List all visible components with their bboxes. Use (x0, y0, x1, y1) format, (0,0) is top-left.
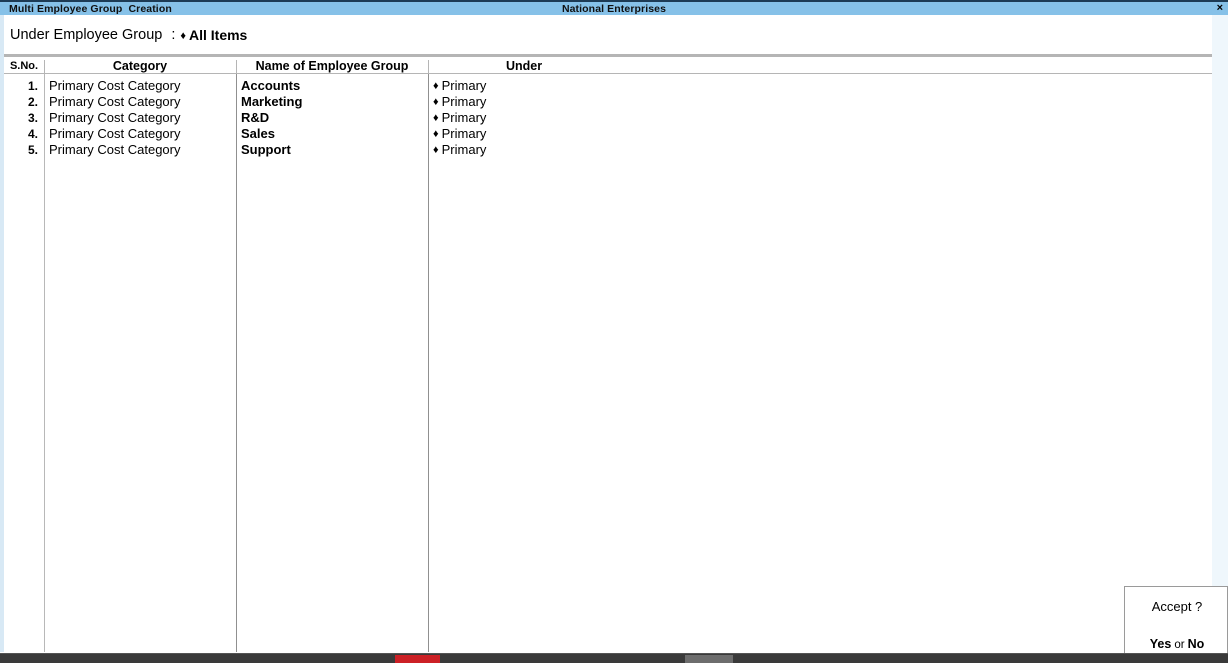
cell-employee-group-name[interactable]: R&D (241, 110, 269, 126)
diamond-bullet-icon: ♦ (433, 96, 439, 108)
cell-under-text: Primary (442, 126, 487, 141)
cell-sno: 4. (4, 126, 38, 142)
employee-group-table: S.No. Category Name of Employee Group Un… (4, 54, 1212, 652)
cell-employee-group-name[interactable]: Marketing (241, 94, 302, 110)
table-row[interactable]: 2. Primary Cost Category Marketing ♦Primary (4, 94, 1212, 110)
cell-under[interactable]: ♦Primary (433, 142, 486, 158)
cell-under[interactable]: ♦Primary (433, 126, 486, 142)
table-row[interactable]: 4. Primary Cost Category Sales ♦Primary (4, 126, 1212, 142)
diamond-bullet-icon: ♦ (433, 144, 439, 156)
close-icon[interactable]: × (1217, 2, 1223, 15)
column-divider-2 (236, 74, 237, 652)
titlebar: National Enterprises Multi Employee Grou… (0, 2, 1228, 15)
diamond-bullet-icon: ♦ (433, 80, 439, 92)
cell-under-text: Primary (442, 94, 487, 109)
table-row[interactable]: 5. Primary Cost Category Support ♦Primary (4, 142, 1212, 158)
cell-under-text: Primary (442, 142, 487, 157)
column-header-sno: S.No. (4, 60, 44, 72)
cell-sno: 2. (4, 94, 38, 110)
application-window: National Enterprises Multi Employee Grou… (0, 0, 1228, 663)
accept-dialog: Accept ? Yesor No (1124, 586, 1228, 658)
table-header-row: S.No. Category Name of Employee Group Un… (4, 54, 1212, 74)
table-rows: 1.Primary Cost CategoryAccounts♦Primary2… (4, 74, 1212, 158)
cell-category[interactable]: Primary Cost Category (49, 110, 180, 126)
table-row[interactable]: 3. Primary Cost Category R&D ♦Primary (4, 110, 1212, 126)
cell-employee-group-name[interactable]: Sales (241, 126, 275, 142)
cell-under-text: Primary (442, 78, 487, 93)
column-header-category: Category (44, 59, 236, 73)
cell-sno: 1. (4, 78, 38, 94)
column-header-under: Under (428, 59, 620, 73)
filter-value[interactable]: ♦All Items (180, 27, 247, 43)
accept-dialog-title: Accept ? (1125, 599, 1228, 614)
cell-under-text: Primary (442, 110, 487, 125)
cell-category[interactable]: Primary Cost Category (49, 94, 180, 110)
cell-sno: 3. (4, 110, 38, 126)
cell-category[interactable]: Primary Cost Category (49, 142, 180, 158)
filter-colon: : (171, 27, 175, 43)
taskbar-top-edge (0, 653, 1228, 654)
diamond-bullet-icon: ♦ (433, 128, 439, 140)
column-header-name: Name of Employee Group (236, 59, 428, 73)
company-name-title: National Enterprises (0, 3, 1228, 15)
os-taskbar[interactable] (0, 653, 1228, 663)
cell-category[interactable]: Primary Cost Category (49, 126, 180, 142)
taskbar-item-inactive[interactable] (685, 655, 733, 663)
screen-title: Multi Employee Group Creation (9, 3, 172, 15)
column-divider-1 (44, 74, 45, 652)
diamond-bullet-icon: ♦ (433, 112, 439, 124)
column-divider-3 (428, 74, 429, 652)
filter-value-text: All Items (189, 27, 247, 43)
under-employee-group-filter[interactable]: Under Employee Group : ♦All Items (4, 15, 1212, 54)
accept-yes-button[interactable]: Yes (1150, 637, 1172, 651)
accept-dialog-actions: Yesor No (1125, 637, 1228, 651)
cell-employee-group-name[interactable]: Support (241, 142, 291, 158)
cell-category[interactable]: Primary Cost Category (49, 78, 180, 94)
cell-sno: 5. (4, 142, 38, 158)
table-body: 1.Primary Cost CategoryAccounts♦Primary2… (4, 74, 1212, 652)
cell-under[interactable]: ♦Primary (433, 94, 486, 110)
cell-under[interactable]: ♦Primary (433, 78, 486, 94)
cell-employee-group-name[interactable]: Accounts (241, 78, 300, 94)
cell-under[interactable]: ♦Primary (433, 110, 486, 126)
filter-label: Under Employee Group (10, 27, 162, 43)
table-row[interactable]: 1. Primary Cost Category Accounts ♦Primary (4, 78, 1212, 94)
taskbar-item-active[interactable] (395, 655, 440, 663)
accept-no-button[interactable]: No (1188, 637, 1205, 651)
diamond-bullet-icon: ♦ (180, 30, 186, 42)
accept-or-label: or (1174, 639, 1184, 651)
